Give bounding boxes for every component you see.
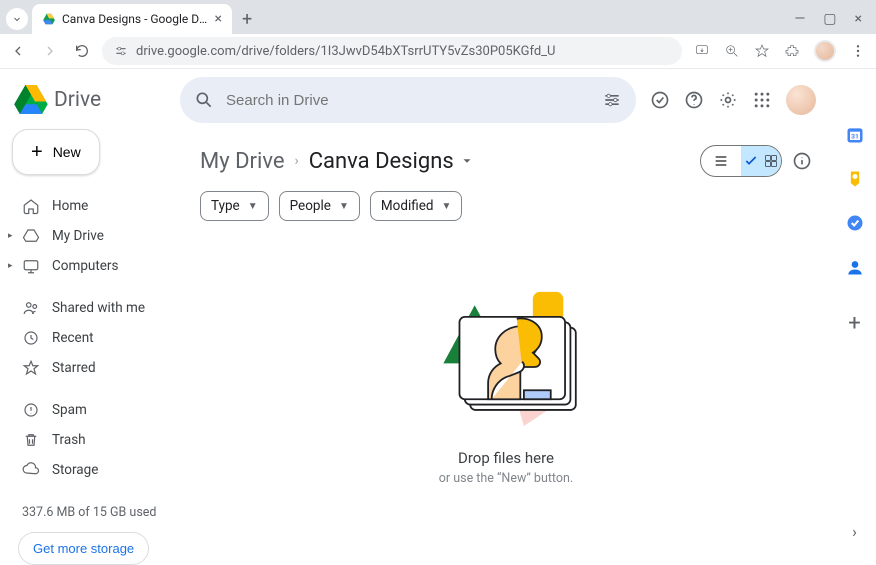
sidebar-item-label: My Drive [52, 228, 104, 244]
brand[interactable]: Drive [0, 79, 180, 129]
sidebar-item-recent[interactable]: Recent [0, 323, 180, 353]
contacts-app[interactable] [845, 257, 865, 277]
browser-tab[interactable]: Canva Designs - Google Drive × [32, 4, 232, 34]
tab-close-icon[interactable]: × [215, 11, 222, 27]
computers-icon [22, 257, 40, 275]
home-icon [22, 197, 40, 215]
empty-subtitle: or use the “New” button. [439, 471, 573, 486]
search-icon [194, 90, 214, 110]
sidebar-item-label: Recent [52, 330, 94, 346]
sidebar-item-shared[interactable]: Shared with me [0, 293, 180, 323]
view-toggle [700, 145, 782, 177]
browser-profile-avatar[interactable] [814, 40, 836, 62]
collapse-panel-icon[interactable]: › [852, 522, 857, 541]
chevron-right-icon[interactable]: ▸ [8, 231, 13, 241]
new-tab-button[interactable]: + [236, 9, 258, 30]
addons-button[interactable]: + [845, 313, 865, 333]
sidebar-item-storage[interactable]: Storage [0, 455, 180, 485]
chevron-down-icon: ▼ [248, 201, 258, 212]
maximize-icon[interactable]: ▢ [823, 11, 836, 27]
sidebar-item-label: Storage [52, 462, 98, 478]
sidebar-item-label: Starred [52, 360, 96, 376]
chevron-down-icon: ▼ [441, 201, 451, 212]
reload-icon[interactable] [74, 43, 90, 59]
back-icon[interactable] [10, 43, 26, 59]
drive-favicon [42, 12, 56, 26]
new-button-label: New [53, 144, 81, 160]
apps-icon[interactable] [752, 90, 772, 110]
tasks-app[interactable] [845, 213, 865, 233]
trash-icon [22, 431, 40, 449]
grid-icon [763, 153, 779, 169]
sidebar-item-label: Computers [52, 258, 118, 274]
ready-offline-icon[interactable] [650, 90, 670, 110]
zoom-icon[interactable] [724, 43, 740, 59]
new-button[interactable]: + New [12, 129, 100, 175]
side-panel: 31 + › [832, 69, 876, 551]
address-bar[interactable]: drive.google.com/drive/folders/1I3JwvD54… [102, 37, 682, 65]
spam-icon [22, 401, 40, 419]
chevron-right-icon: › [295, 153, 299, 169]
forward-icon[interactable] [42, 43, 58, 59]
svg-text:31: 31 [851, 132, 859, 140]
sidebar-item-label: Trash [52, 432, 86, 448]
sidebar-item-mydrive[interactable]: ▸ My Drive [0, 221, 180, 251]
breadcrumb-current[interactable]: Canva Designs [309, 149, 474, 174]
extensions-icon[interactable] [784, 43, 800, 59]
search-input[interactable] [226, 92, 590, 109]
tab-strip: Canva Designs - Google Drive × + — ▢ × [0, 0, 876, 34]
storage-icon [22, 461, 40, 479]
mydrive-icon [22, 227, 40, 245]
chevron-right-icon[interactable]: ▸ [8, 261, 13, 271]
sidebar-item-home[interactable]: Home [0, 191, 180, 221]
filter-type[interactable]: Type▼ [200, 191, 269, 221]
empty-illustration [416, 265, 596, 435]
sidebar-item-label: Home [52, 198, 88, 214]
sidebar-item-starred[interactable]: Starred [0, 353, 180, 383]
close-window-icon[interactable]: × [855, 11, 862, 27]
starred-icon [22, 359, 40, 377]
dropdown-icon[interactable] [460, 154, 474, 168]
install-icon[interactable] [694, 43, 710, 59]
info-icon[interactable] [792, 151, 812, 171]
bookmark-icon[interactable] [754, 43, 770, 59]
grid-view-button[interactable] [741, 146, 781, 176]
browser-menu-icon[interactable] [850, 43, 866, 59]
plus-icon: + [31, 145, 43, 159]
sidebar-item-trash[interactable]: Trash [0, 425, 180, 455]
keep-app[interactable] [845, 169, 865, 189]
tab-title: Canva Designs - Google Drive [62, 12, 209, 26]
sidebar-item-label: Shared with me [52, 300, 145, 316]
breadcrumb-root[interactable]: My Drive [200, 149, 285, 174]
window-controls: — ▢ × [794, 11, 870, 27]
support-icon[interactable] [684, 90, 704, 110]
get-more-storage-button[interactable]: Get more storage [18, 532, 149, 565]
chevron-down-icon: ▼ [339, 201, 349, 212]
url-text: drive.google.com/drive/folders/1I3JwvD54… [136, 44, 670, 59]
recent-icon [22, 329, 40, 347]
sidebar-item-label: Spam [52, 402, 87, 418]
search-bar[interactable] [180, 77, 636, 123]
empty-state: Drop files here or use the “New” button. [200, 221, 812, 529]
drive-logo-icon [14, 85, 48, 115]
minimize-icon[interactable]: — [794, 11, 805, 27]
list-view-button[interactable] [701, 146, 741, 176]
filter-people[interactable]: People▼ [279, 191, 360, 221]
check-icon [743, 153, 759, 169]
search-options-icon[interactable] [602, 90, 622, 110]
shared-icon [22, 299, 40, 317]
calendar-app[interactable]: 31 [845, 125, 865, 145]
sidebar-item-computers[interactable]: ▸ Computers [0, 251, 180, 281]
empty-title: Drop files here [458, 449, 554, 467]
filter-modified[interactable]: Modified▼ [370, 191, 463, 221]
account-avatar[interactable] [786, 85, 816, 115]
profile-chip[interactable] [6, 8, 28, 30]
list-icon [713, 153, 729, 169]
storage-used-text: 337.6 MB of 15 GB used [0, 501, 180, 524]
sidebar-item-spam[interactable]: Spam [0, 395, 180, 425]
brand-text: Drive [54, 88, 101, 112]
site-info-icon[interactable] [114, 44, 128, 58]
settings-icon[interactable] [718, 90, 738, 110]
